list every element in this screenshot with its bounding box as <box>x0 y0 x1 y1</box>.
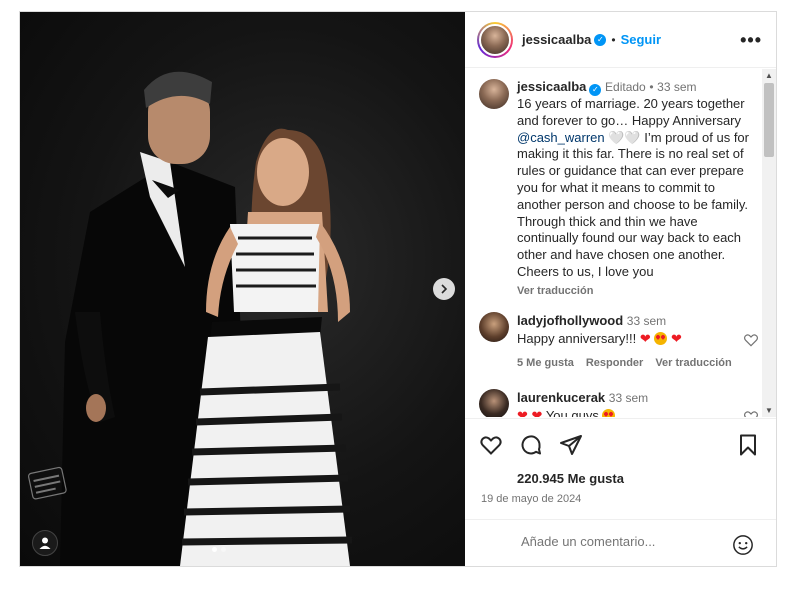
author-username[interactable]: jessicaalba <box>522 32 591 47</box>
see-translation-link[interactable]: Ver traducción <box>655 355 731 372</box>
verified-badge-icon: ✓ <box>594 33 607 46</box>
caption-username[interactable]: jessicaalba <box>517 79 586 94</box>
post-actions: 220.945 Me gusta 19 de mayo de 2024 <box>465 418 776 566</box>
carousel-dot-active <box>212 547 217 552</box>
carousel-dot <box>221 547 226 552</box>
post-sidebar: jessicaalba ✓ • Seguir ••• jessicaalba ✓ … <box>465 12 776 566</box>
comment-icon[interactable] <box>519 433 543 457</box>
author-avatar[interactable] <box>477 21 513 58</box>
couple-photo <box>27 71 353 566</box>
caption-text: 16 years of marriage. 20 years together … <box>517 96 745 128</box>
comment-item: ladyjofhollywood 33 sem Happy anniversar… <box>479 312 759 372</box>
scrollbar-thumb[interactable] <box>764 83 774 157</box>
separator-dot: • <box>611 32 616 47</box>
heart-emoji: ❤ <box>517 408 528 417</box>
carousel-indicator <box>212 547 226 552</box>
post-photo[interactable] <box>20 12 465 566</box>
next-slide-button[interactable] <box>433 278 455 300</box>
commenter-avatar[interactable] <box>479 389 509 417</box>
heart-emoji: ❤ <box>639 331 651 346</box>
emoji-icon[interactable] <box>732 534 754 556</box>
comment-text: Happy anniversary!!! <box>517 331 640 346</box>
reply-button[interactable]: Responder <box>586 355 643 372</box>
comments-scrollbar[interactable]: ▲ ▼ <box>762 69 776 417</box>
see-translation-link[interactable]: Ver traducción <box>517 283 759 300</box>
comment-time[interactable]: 33 sem <box>627 314 666 328</box>
comment-likes[interactable]: 5 Me gusta <box>517 355 574 372</box>
comment-input[interactable] <box>521 534 721 549</box>
follow-button[interactable]: Seguir <box>621 32 661 47</box>
chevron-right-icon <box>441 284 448 294</box>
caption-avatar[interactable] <box>479 79 509 109</box>
commenter-avatar[interactable] <box>479 312 509 342</box>
likes-count[interactable]: 220.945 Me gusta <box>517 471 624 486</box>
commenter-username[interactable]: ladyjofhollywood <box>517 313 623 328</box>
caption-time[interactable]: 33 sem <box>657 80 696 94</box>
heart-emoji: ❤ <box>531 408 543 417</box>
heart-eyes-emoji <box>654 332 668 345</box>
heart-icon[interactable] <box>479 433 503 457</box>
comment-time[interactable]: 33 sem <box>609 391 648 405</box>
heart-eyes-emoji <box>602 409 616 417</box>
like-comment-heart-icon[interactable] <box>743 332 759 348</box>
comments-section[interactable]: jessicaalba ✓ Editado • 33 sem 16 years o… <box>465 69 776 417</box>
commenter-username[interactable]: laurenkucerak <box>517 390 605 405</box>
share-icon[interactable] <box>559 433 583 457</box>
edited-label: Editado <box>605 80 646 94</box>
verified-badge-icon: ✓ <box>589 84 602 96</box>
comment-text: You guys <box>542 408 603 417</box>
add-comment-bar <box>465 519 776 567</box>
scroll-up-arrow-icon[interactable]: ▲ <box>765 71 773 80</box>
user-tag-button[interactable] <box>32 530 58 556</box>
caption-mention-link[interactable]: @cash_warren <box>517 130 605 145</box>
bookmark-icon[interactable] <box>736 433 760 457</box>
caption: jessicaalba ✓ Editado • 33 sem 16 years o… <box>479 79 759 300</box>
caption-text-rest: 🤍🤍 I’m proud of us for making it this fa… <box>517 129 749 279</box>
scroll-down-arrow-icon[interactable]: ▼ <box>765 406 773 415</box>
heart-emoji: ❤ <box>671 331 682 346</box>
post-header: jessicaalba ✓ • Seguir ••• <box>465 12 776 68</box>
user-tag-icon <box>39 537 51 549</box>
comment-item: laurenkucerak 33 sem ❤ ❤ You guys <box>479 389 759 417</box>
separator-dot: • <box>649 80 654 94</box>
instagram-post: jessicaalba ✓ • Seguir ••• jessicaalba ✓ … <box>19 11 777 567</box>
like-comment-heart-icon[interactable] <box>743 409 759 417</box>
post-date[interactable]: 19 de mayo de 2024 <box>481 493 581 505</box>
more-options-icon[interactable]: ••• <box>740 30 762 51</box>
